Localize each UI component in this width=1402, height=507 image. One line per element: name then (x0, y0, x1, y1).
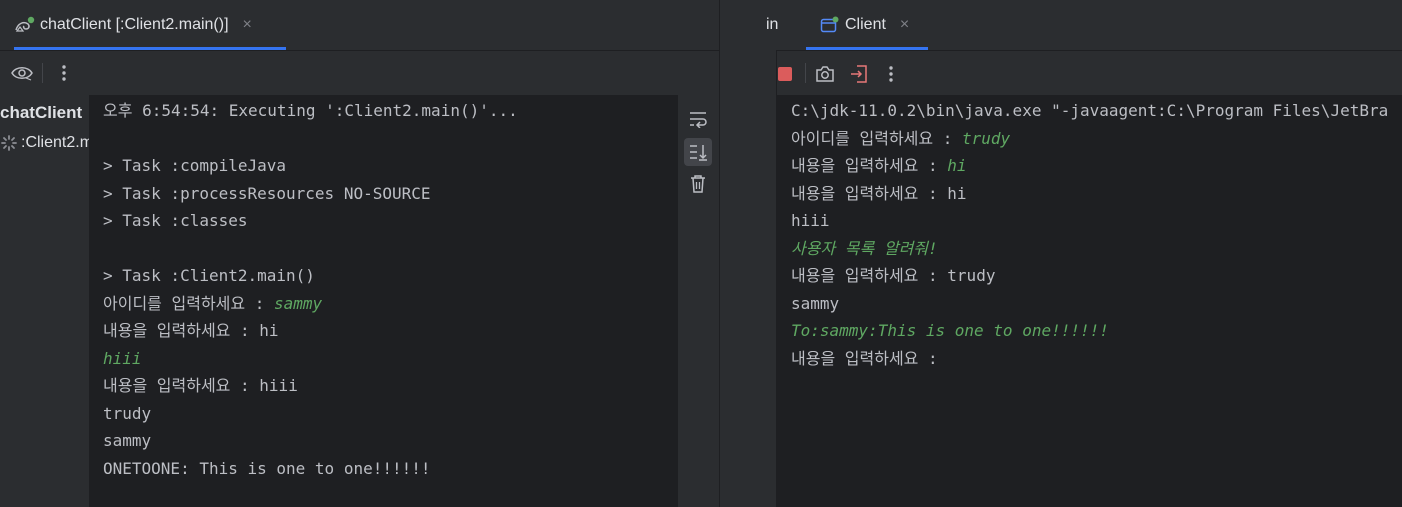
console-text: 내용을 입력하세요 : (791, 156, 948, 175)
console-text: 내용을 입력하세요 : hi (791, 183, 967, 203)
console-line: > Task :Client2.main() (103, 262, 518, 290)
console-line: 오후 6:54:54: Executing ':Client2.main()'.… (103, 97, 518, 125)
console-line: 내용을 입력하세요 : (791, 345, 1388, 373)
left-console-output[interactable]: 오후 6:54:54: Executing ':Client2.main()'.… (89, 95, 678, 507)
more-vertical-icon[interactable] (879, 62, 903, 86)
toolbar-separator (805, 63, 806, 83)
application-icon (820, 16, 839, 34)
console-text: 내용을 입력하세요 : hiii (103, 376, 298, 395)
tab-chatclient-run[interactable]: chatClient [:Client2.main()] × (14, 0, 286, 50)
console-user-input: trudy (962, 128, 1011, 148)
console-text: ONETOONE: This is one to one!!!!!! (103, 458, 431, 478)
gradle-run-icon (14, 15, 36, 35)
console-text: 내용을 입력하세요 : (791, 348, 948, 368)
tab-client[interactable]: Client × (806, 0, 928, 50)
tab-partial[interactable]: in (766, 0, 806, 50)
console-text: 내용을 입력하세요 : trudy (791, 266, 996, 285)
console-text: > Task :compileJava (103, 156, 287, 175)
console-line: 아이디를 입력하세요 : sammy (103, 290, 518, 318)
console-text: > Task :classes (103, 211, 248, 230)
tree-child-label: :Client2.m (21, 134, 89, 151)
console-text: > Task :Client2.main() (103, 266, 315, 285)
close-icon[interactable]: × (900, 16, 909, 34)
console-line: > Task :compileJava (103, 152, 518, 180)
console-line: > Task :processResources NO-SOURCE (103, 180, 518, 208)
console-text: > Task :processResources NO-SOURCE (103, 183, 431, 203)
console-user-input: To:sammy:This is one to one!!!!!! (791, 321, 1109, 340)
tree-item-child[interactable]: :Client2.m (0, 134, 89, 152)
trash-icon[interactable] (686, 172, 710, 196)
console-text: sammy (103, 431, 152, 450)
console-line: ONETOONE: This is one to one!!!!!! (103, 455, 518, 483)
console-text: trudy (103, 403, 152, 423)
right-toolbar (777, 51, 1402, 95)
console-line: > Task :classes (103, 207, 518, 235)
right-left-strip (720, 50, 777, 507)
right-tab-bar: in Client × (720, 0, 1402, 51)
console-line: 내용을 입력하세요 : trudy (791, 262, 1388, 290)
tab-title: chatClient [:Client2.main()] (40, 16, 229, 33)
console-line: 내용을 입력하세요 : hi (103, 317, 518, 345)
console-text: hiii (791, 211, 830, 230)
console-line: sammy (103, 427, 518, 455)
run-tree: chatClient :Client2.m (0, 95, 89, 507)
tree-root-label: chatClient (0, 103, 83, 122)
console-line: 사용자 목록 알려줘! (791, 235, 1388, 263)
tab-title: Client (845, 16, 886, 33)
eye-icon[interactable] (10, 61, 34, 85)
scroll-to-end-icon[interactable] (684, 138, 712, 166)
tree-item-root[interactable]: chatClient (0, 103, 82, 123)
console-user-input: 사용자 목록 알려줘! (791, 238, 938, 258)
console-line: sammy (791, 290, 1388, 318)
console-text: 오후 6:54:54: Executing ':Client2.main()'.… (103, 101, 518, 120)
right-run-panel: in Client × C:\jdk-11.0.2\bin\java.exe "… (720, 0, 1402, 507)
exit-icon[interactable] (847, 62, 871, 86)
loading-spinner-icon (0, 134, 18, 152)
console-line: C:\jdk-11.0.2\bin\java.exe "-javaagent:C… (791, 97, 1388, 125)
console-user-input: hiii (103, 348, 142, 368)
console-text: 아이디를 입력하세요 : (791, 128, 963, 148)
console-user-input: sammy (274, 293, 323, 313)
console-line: 내용을 입력하세요 : hi (791, 152, 1388, 180)
left-run-panel: chatClient [:Client2.main()] × chatClien… (0, 0, 719, 507)
console-side-toolbar (678, 95, 719, 507)
close-icon[interactable]: × (243, 16, 252, 34)
console-text: 내용을 입력하세요 : hi (103, 321, 279, 340)
console-user-input: hi (947, 156, 967, 175)
stop-icon[interactable] (773, 62, 797, 86)
console-lines: 오후 6:54:54: Executing ':Client2.main()'.… (103, 97, 518, 482)
camera-icon[interactable] (813, 62, 837, 86)
right-console-output[interactable]: C:\jdk-11.0.2\bin\java.exe "-javaagent:C… (777, 95, 1402, 507)
console-text: C:\jdk-11.0.2\bin\java.exe "-javaagent:C… (791, 101, 1389, 120)
console-line: hiii (103, 345, 518, 373)
active-tab-indicator (14, 47, 286, 50)
console-line: 아이디를 입력하세요 : trudy (791, 125, 1388, 153)
soft-wrap-icon[interactable] (686, 107, 710, 131)
console-line: hiii (791, 207, 1388, 235)
active-tab-indicator (806, 47, 928, 50)
left-tab-bar: chatClient [:Client2.main()] × (0, 0, 719, 51)
left-toolbar (0, 51, 719, 95)
console-line: To:sammy:This is one to one!!!!!! (791, 317, 1388, 345)
console-line: 내용을 입력하세요 : hi (791, 180, 1388, 208)
console-text: sammy (791, 293, 840, 313)
console-text: 아이디를 입력하세요 : (103, 293, 275, 313)
console-line: 내용을 입력하세요 : hiii (103, 372, 518, 400)
console-lines: C:\jdk-11.0.2\bin\java.exe "-javaagent:C… (791, 97, 1388, 372)
toolbar-separator (42, 63, 43, 83)
more-vertical-icon[interactable] (52, 61, 76, 85)
console-line: trudy (103, 400, 518, 428)
tab-partial-label: in (766, 16, 779, 33)
